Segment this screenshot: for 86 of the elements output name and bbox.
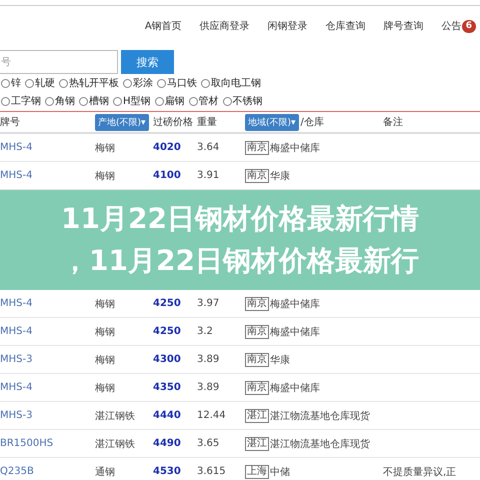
radio-option[interactable]: 取向电工钢 xyxy=(200,76,261,90)
radio-option[interactable]: 锌 xyxy=(0,76,21,90)
price-cell-text: 4440 xyxy=(153,410,182,421)
nav-link[interactable]: 闲钢登录 xyxy=(268,19,308,33)
warehouse-cell-text: 梅盛中储库 xyxy=(270,142,320,154)
column-header: 牌号 xyxy=(0,116,21,129)
weight-cell-text: 3.2 xyxy=(197,326,214,337)
brand-link[interactable]: MHS-4 xyxy=(0,142,95,153)
radio-option[interactable]: 不锈钢 xyxy=(222,94,263,108)
region-tag: 南京 xyxy=(245,296,269,310)
region-tag: 南京 xyxy=(245,140,269,154)
price-cell-text: 4490 xyxy=(153,438,182,449)
radio-option[interactable]: 管材 xyxy=(188,94,219,108)
warehouse-cell-text: 华康 xyxy=(270,170,290,182)
brand-link[interactable]: BR1500HS xyxy=(0,438,95,449)
search-button[interactable]: 搜索 xyxy=(121,50,174,74)
weight-cell-text: 3.89 xyxy=(197,354,220,365)
headline-text: 11月22日钢材价格最新行情 xyxy=(61,201,419,237)
column-header: 备注 xyxy=(383,116,404,129)
brand-link[interactable]: MHS-4 xyxy=(0,170,95,181)
region-tag: 湛江 xyxy=(245,436,269,450)
warehouse-cell-text: 华康 xyxy=(270,354,290,366)
origin-cell-text: 湛江钢铁 xyxy=(95,410,136,422)
warehouse-cell-text: 湛江物流基地仓库现货 xyxy=(270,438,370,450)
radio-option[interactable]: 角钢 xyxy=(44,94,75,108)
radio-option[interactable]: 马口铁 xyxy=(156,76,197,90)
radio-option[interactable]: 工字钢 xyxy=(0,94,41,108)
price-cell-text: 4530 xyxy=(153,466,182,477)
radio-option[interactable]: 扁钢 xyxy=(154,94,185,108)
nav-link[interactable]: 牌号查询 xyxy=(384,19,424,33)
nav-link[interactable]: 仓库查询 xyxy=(326,19,366,33)
weight-cell-text: 3.65 xyxy=(197,438,220,449)
notice-link[interactable]: 公告 6 xyxy=(442,19,476,33)
price-cell-text: 4300 xyxy=(153,354,182,365)
brand-link[interactable]: MHS-3 xyxy=(0,410,95,421)
brand-link[interactable]: MHS-4 xyxy=(0,326,95,337)
brand-link[interactable]: MHS-4 xyxy=(0,298,95,309)
origin-cell-text: 梅钢 xyxy=(95,142,116,154)
origin-cell-text: 通钢 xyxy=(95,466,116,478)
warehouse-cell-text: 中储 xyxy=(270,466,290,478)
headline-text: ，11月22日钢材价格最新行 xyxy=(61,243,419,279)
radio-option[interactable]: 热轧开平板 xyxy=(58,76,119,90)
brand-link[interactable]: Q235B xyxy=(0,466,95,477)
region-tag: 湛江 xyxy=(245,408,269,422)
search-field[interactable]: 号 xyxy=(0,50,118,74)
warehouse-cell-text: 湛江物流基地仓库现货 xyxy=(270,410,370,422)
column-header: 重量 xyxy=(197,116,218,129)
region-dropdown[interactable]: 地域(不限)▾ xyxy=(245,114,299,130)
region-tag: 上海 xyxy=(245,464,269,478)
warehouse-cell-text: 梅盛中储库 xyxy=(270,382,320,394)
weight-cell-text: 3.615 xyxy=(197,466,227,477)
origin-cell-text: 梅钢 xyxy=(95,298,116,310)
region-tag: 南京 xyxy=(245,380,269,394)
brand-link[interactable]: MHS-4 xyxy=(0,382,95,393)
radio-option[interactable]: 彩涂 xyxy=(122,76,153,90)
origin-dropdown[interactable]: 产地(不限)▾ xyxy=(95,114,149,130)
nav-link[interactable]: A钢首页 xyxy=(144,19,182,33)
region-tag: 南京 xyxy=(245,168,269,182)
count-badge: 6 xyxy=(462,20,476,32)
warehouse-cell-text: 梅盛中储库 xyxy=(270,298,320,310)
brand-link[interactable]: MHS-3 xyxy=(0,354,95,365)
price-cell-text: 4250 xyxy=(153,298,182,309)
price-cell-text: 4100 xyxy=(153,170,182,181)
weight-cell-text: 3.89 xyxy=(197,382,220,393)
region-tag: 南京 xyxy=(245,324,269,338)
origin-cell-text: 梅钢 xyxy=(95,382,116,394)
column-header: 过磅价格 xyxy=(153,116,194,129)
nav-link[interactable]: 供应商登录 xyxy=(200,19,250,33)
price-cell-text: 4250 xyxy=(153,326,182,337)
region-tag: 南京 xyxy=(245,352,269,366)
warehouse-cell-text: 梅盛中储库 xyxy=(270,326,320,338)
origin-cell-text: 梅钢 xyxy=(95,354,116,366)
price-cell-text: 4020 xyxy=(153,142,182,153)
weight-cell-text: 12.44 xyxy=(197,410,227,421)
weight-cell-text: 3.64 xyxy=(197,142,220,153)
origin-cell-text: 湛江钢铁 xyxy=(95,438,136,450)
radio-option[interactable]: H型钢 xyxy=(112,94,151,108)
radio-option[interactable]: 轧硬 xyxy=(24,76,55,90)
price-cell-text: 4350 xyxy=(153,382,182,393)
radio-option[interactable]: 槽钢 xyxy=(78,94,109,108)
weight-cell-text: 3.91 xyxy=(197,170,220,181)
origin-cell-text: 梅钢 xyxy=(95,170,116,182)
weight-cell-text: 3.97 xyxy=(197,298,220,309)
origin-cell-text: 梅钢 xyxy=(95,326,116,338)
column-header: /仓库 xyxy=(300,116,324,129)
remark-cell: 不提质量异议,正 xyxy=(383,466,456,478)
